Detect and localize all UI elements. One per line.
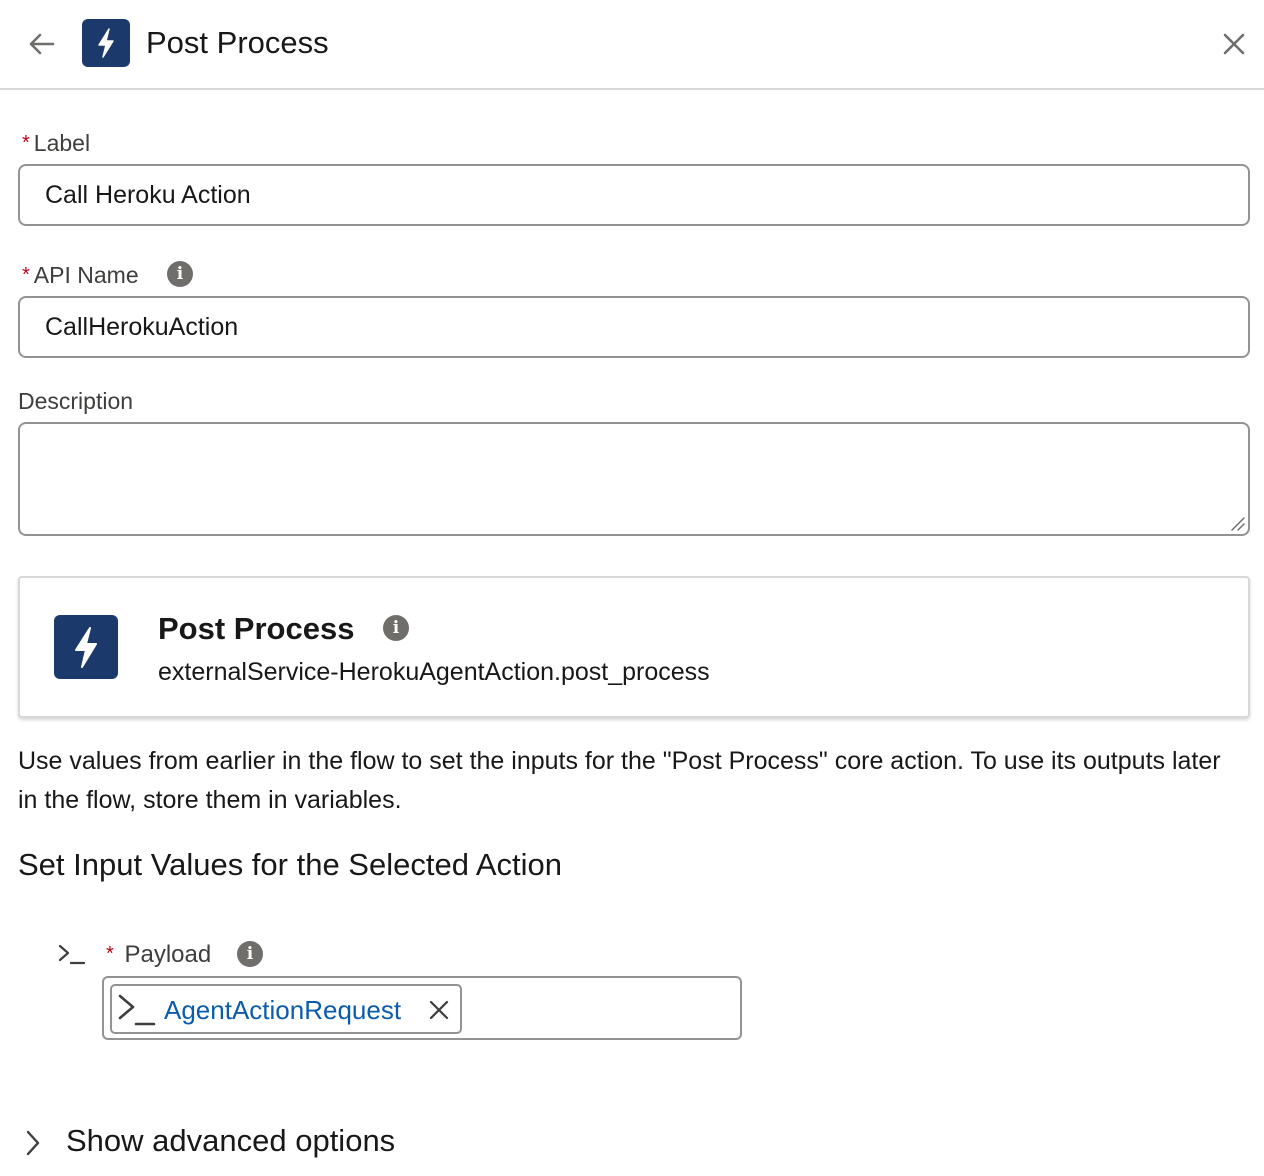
close-icon	[429, 1000, 449, 1020]
close-icon	[1223, 33, 1245, 55]
label-field-label: * Label	[22, 130, 91, 156]
api-name-input[interactable]	[18, 296, 1250, 358]
info-icon[interactable]: i	[237, 941, 263, 967]
info-icon[interactable]: i	[383, 615, 409, 641]
action-card-title: Post Process	[158, 611, 355, 646]
payload-input[interactable]: AgentActionRequest	[102, 976, 742, 1040]
section-heading: Set Input Values for the Selected Action	[18, 847, 562, 882]
variable-icon	[118, 994, 156, 1026]
info-icon[interactable]: i	[167, 261, 193, 287]
show-advanced-options-label: Show advanced options	[66, 1123, 396, 1158]
include-toggle-icon[interactable]	[56, 941, 88, 969]
chevron-right-icon	[26, 1130, 40, 1156]
resource-pill-label: AgentActionRequest	[164, 995, 402, 1025]
payload-label: * Payload	[106, 941, 212, 968]
required-marker: *	[106, 943, 114, 965]
action-card-api-name: externalService-HerokuAgentAction.post_p…	[158, 658, 710, 686]
api-name-field-label: * API Name	[22, 262, 139, 288]
description-field-label: Description	[18, 388, 134, 414]
arrow-left-icon	[29, 33, 55, 55]
panel-header: Post Process	[0, 0, 1264, 90]
panel-title: Post Process	[146, 25, 329, 60]
required-marker: *	[22, 132, 30, 154]
back-button[interactable]	[26, 28, 58, 60]
required-marker: *	[22, 264, 30, 286]
resize-grip-icon[interactable]	[1229, 515, 1245, 531]
label-input[interactable]	[18, 164, 1250, 226]
remove-pill-button[interactable]	[426, 997, 452, 1023]
lightning-icon	[54, 615, 118, 679]
lightning-icon	[82, 19, 130, 67]
resource-pill[interactable]: AgentActionRequest	[110, 984, 462, 1034]
description-textarea[interactable]	[18, 422, 1250, 536]
action-card: Post Process i externalService-HerokuAge…	[18, 576, 1250, 718]
help-text: Use values from earlier in the flow to s…	[18, 747, 1221, 814]
show-advanced-options-toggle[interactable]: Show advanced options	[18, 1120, 438, 1164]
close-button[interactable]	[1218, 28, 1250, 60]
